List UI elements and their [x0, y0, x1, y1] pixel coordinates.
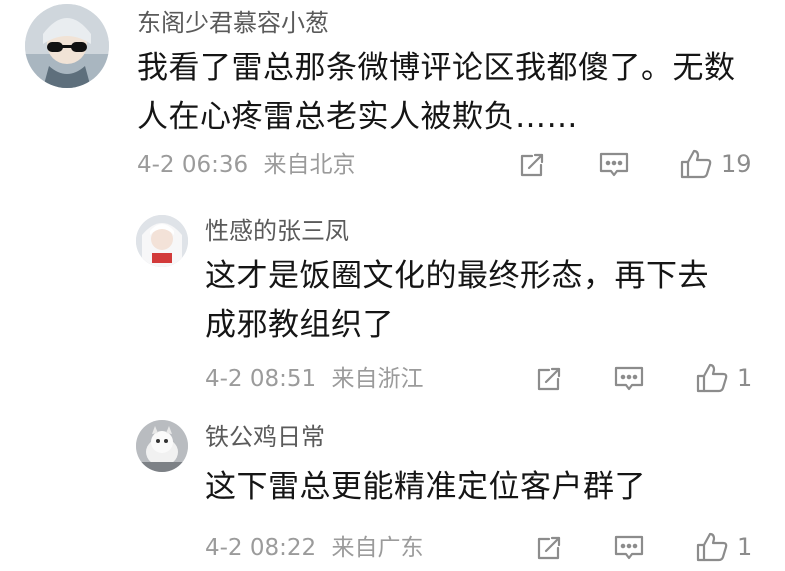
comment-date: 4-2 08:22: [205, 535, 317, 561]
like-count: 1: [737, 364, 753, 392]
comment-location: 来自浙江: [331, 366, 424, 392]
reply-button[interactable]: [613, 533, 645, 563]
avatar[interactable]: [25, 4, 109, 88]
avatar[interactable]: [136, 420, 188, 472]
comment-text-line: 这下雷总更能精准定位客户群了: [205, 469, 646, 505]
comment-text: 我看了雷总那条微博评论区我都傻了。无数 人在心疼雷总老实人被欺负……: [137, 44, 777, 142]
comment-text-line: 我看了雷总那条微博评论区我都傻了。无数: [137, 50, 736, 86]
thumbs-up-icon: [696, 532, 728, 562]
thumbs-up-icon: [680, 149, 712, 179]
share-icon: [537, 536, 561, 560]
avatar[interactable]: [136, 215, 188, 267]
comment-text: 这才是饭圈文化的最终形态，再下去 成邪教组织了: [205, 252, 775, 350]
comment-icon: [599, 152, 629, 177]
comment-meta: 4-2 08:51 来自浙江: [205, 364, 423, 394]
comment-icon: [614, 535, 644, 560]
like-button[interactable]: 1: [695, 531, 752, 563]
comment-meta: 4-2 08:22 来自广东: [205, 533, 423, 563]
comment-meta: 4-2 06:36 来自北京: [137, 150, 355, 180]
comment-icon: [614, 366, 644, 391]
reply-button[interactable]: [598, 150, 630, 180]
comment-location: 来自北京: [263, 152, 356, 178]
comment-author[interactable]: 东阁少君慕容小葱: [137, 8, 329, 38]
like-button[interactable]: 19: [679, 148, 752, 180]
share-button[interactable]: [517, 150, 547, 180]
comment-item: 东阁少君慕容小葱 我看了雷总那条微博评论区我都傻了。无数 人在心疼雷总老实人被欺…: [0, 0, 785, 200]
comment-text-line: 这才是饭圈文化的最终形态，再下去: [205, 258, 709, 294]
comment-author[interactable]: 铁公鸡日常: [205, 422, 325, 452]
comment-date: 4-2 08:51: [205, 366, 317, 392]
comment-text-line: 人在心疼雷总老实人被欺负……: [137, 99, 578, 135]
comment-text: 这下雷总更能精准定位客户群了: [205, 463, 775, 512]
comment-text-line: 成邪教组织了: [205, 307, 394, 343]
thumbs-up-icon: [696, 363, 728, 393]
like-button[interactable]: 1: [695, 362, 752, 394]
like-count: 19: [721, 150, 752, 178]
comment-author[interactable]: 性感的张三凤: [205, 216, 349, 246]
share-icon: [520, 153, 544, 177]
reply-item: 性感的张三凤 这才是饭圈文化的最终形态，再下去 成邪教组织了 4-2 08:51…: [0, 200, 785, 405]
reply-button[interactable]: [613, 364, 645, 394]
comment-location: 来自广东: [331, 535, 424, 561]
share-icon: [537, 367, 561, 391]
reply-item: 铁公鸡日常 这下雷总更能精准定位客户群了 4-2 08:22 来自广东 1: [0, 405, 785, 571]
share-button[interactable]: [534, 364, 564, 394]
comment-date: 4-2 06:36: [137, 152, 249, 178]
like-count: 1: [737, 533, 753, 561]
share-button[interactable]: [534, 533, 564, 563]
